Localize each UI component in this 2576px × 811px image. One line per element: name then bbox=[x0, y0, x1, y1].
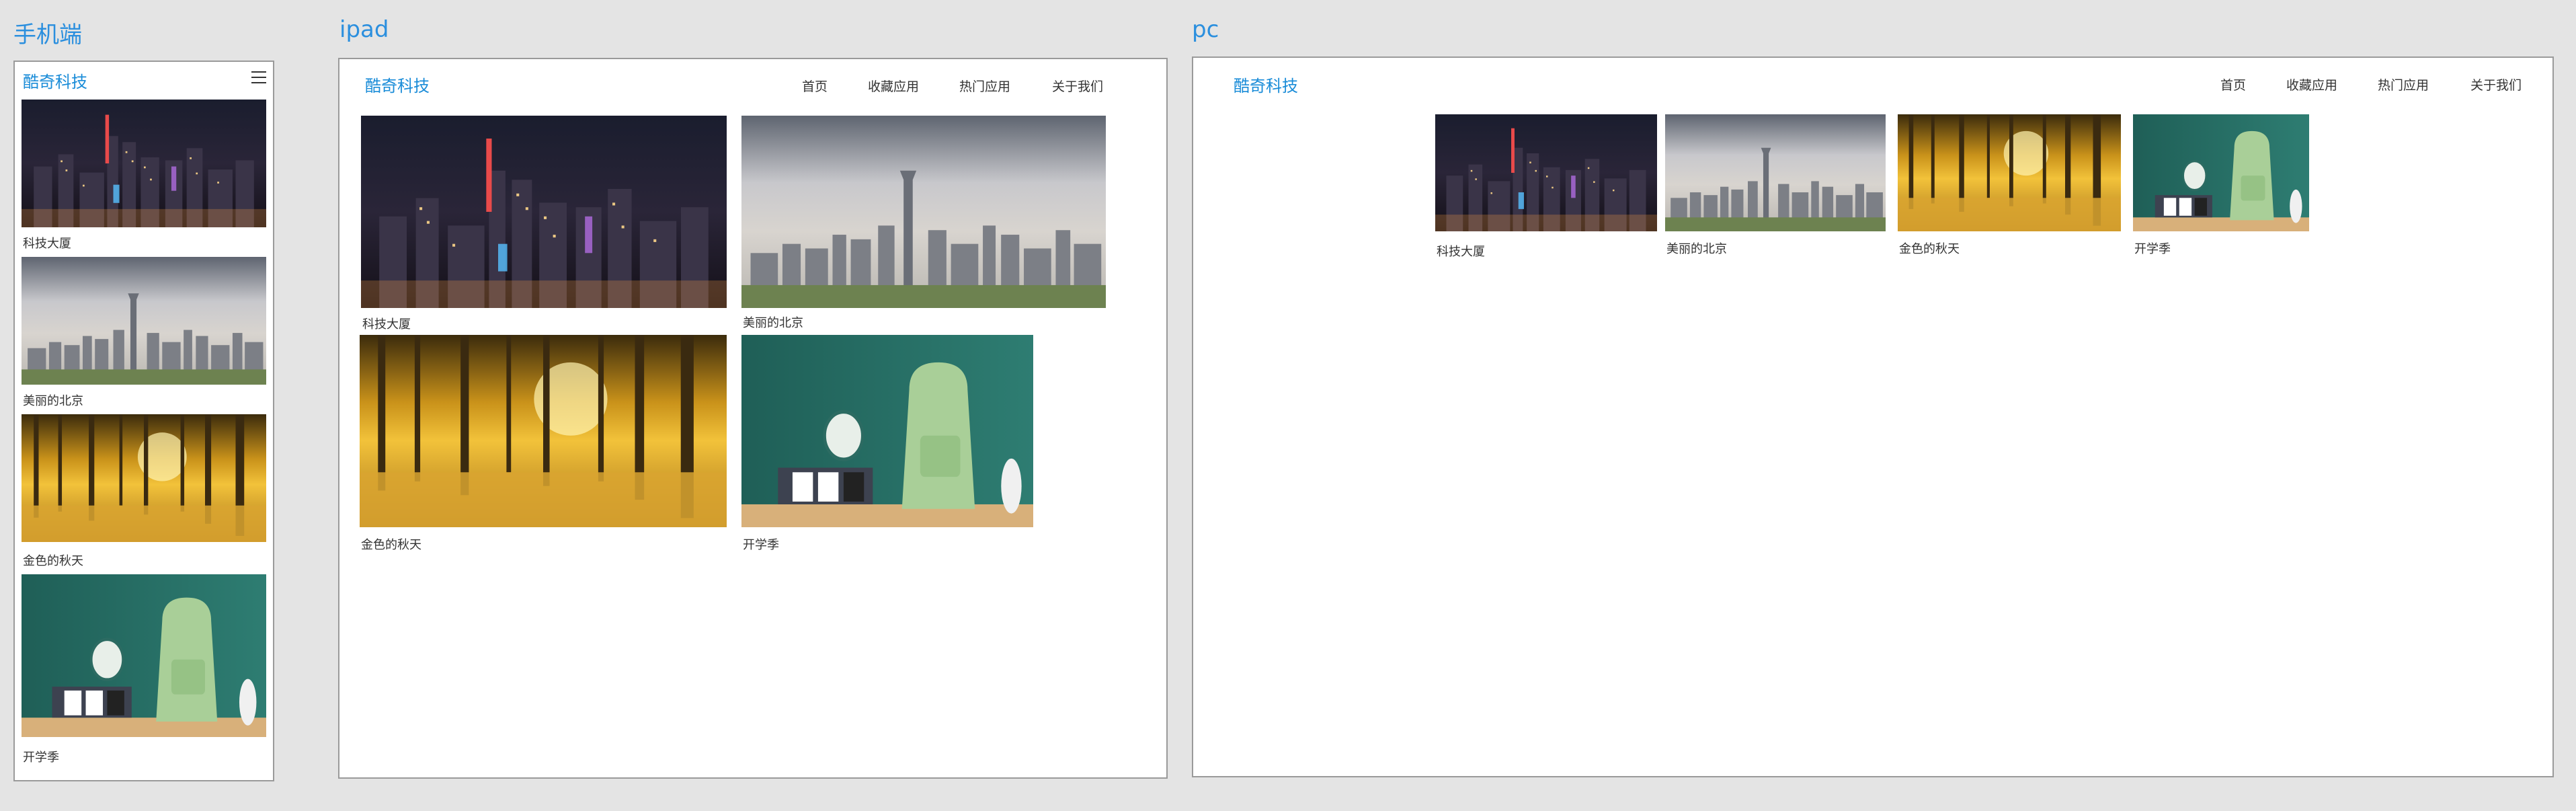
card-2: 美丽的北京 bbox=[1665, 114, 1886, 262]
mobile-label: 手机端 bbox=[13, 22, 82, 48]
card-caption: 科技大厦 bbox=[23, 237, 71, 251]
ipad-label: ipad bbox=[339, 16, 389, 43]
nav-popular[interactable]: 热门应用 bbox=[959, 77, 1010, 95]
nav-about[interactable]: 关于我们 bbox=[2470, 75, 2522, 93]
school-season-image[interactable] bbox=[741, 335, 1033, 527]
autumn-forest-image[interactable] bbox=[1898, 114, 2121, 231]
card-caption: 开学季 bbox=[743, 538, 779, 552]
card-caption: 美丽的北京 bbox=[23, 394, 83, 408]
nav-about[interactable]: 关于我们 bbox=[1052, 77, 1103, 95]
brand-logo[interactable]: 酷奇科技 bbox=[23, 69, 87, 92]
card-caption: 开学季 bbox=[23, 750, 59, 765]
nav-favorites[interactable]: 收藏应用 bbox=[868, 77, 919, 95]
autumn-forest-image[interactable] bbox=[22, 414, 266, 542]
card-3: 金色的秋天 bbox=[22, 414, 266, 569]
nav-popular[interactable]: 热门应用 bbox=[2378, 75, 2429, 93]
card-caption: 科技大厦 bbox=[1437, 245, 1485, 259]
nav-home[interactable]: 首页 bbox=[2220, 75, 2246, 93]
card-4: 开学季 bbox=[22, 574, 266, 769]
card-3: 金色的秋天 bbox=[360, 335, 727, 554]
night-city-image[interactable] bbox=[361, 116, 727, 308]
card-1: 科技大厦 bbox=[361, 116, 727, 335]
mobile-frame: 酷奇科技 科技大厦 美丽的北京 金色的秋天 开学季 bbox=[13, 61, 274, 781]
card-caption: 美丽的北京 bbox=[743, 316, 803, 330]
beijing-image[interactable] bbox=[22, 257, 266, 385]
card-caption: 开学季 bbox=[2134, 242, 2171, 256]
card-1: 科技大厦 bbox=[22, 100, 266, 252]
autumn-forest-image[interactable] bbox=[360, 335, 727, 527]
card-caption: 美丽的北京 bbox=[1666, 242, 1727, 256]
night-city-image[interactable] bbox=[22, 100, 266, 227]
ipad-frame: 酷奇科技 首页 收藏应用 热门应用 关于我们 科技大厦 美丽的北京 金色的秋天 … bbox=[338, 58, 1168, 779]
card-caption: 金色的秋天 bbox=[1899, 242, 1960, 256]
night-city-image[interactable] bbox=[1435, 114, 1657, 231]
brand-logo[interactable]: 酷奇科技 bbox=[1234, 73, 1298, 96]
card-4: 开学季 bbox=[2133, 114, 2309, 262]
card-3: 金色的秋天 bbox=[1898, 114, 2121, 262]
nav-home[interactable]: 首页 bbox=[802, 77, 828, 95]
card-caption: 科技大厦 bbox=[362, 317, 411, 332]
beijing-image[interactable] bbox=[741, 116, 1106, 308]
pc-frame: 酷奇科技 首页 收藏应用 热门应用 关于我们 科技大厦 美丽的北京 金色的秋天 … bbox=[1192, 56, 2554, 777]
beijing-image[interactable] bbox=[1665, 114, 1886, 231]
card-4: 开学季 bbox=[741, 335, 1033, 554]
school-season-image[interactable] bbox=[22, 574, 266, 737]
card-2: 美丽的北京 bbox=[741, 116, 1106, 335]
pc-label: pc bbox=[1192, 16, 1219, 43]
card-2: 美丽的北京 bbox=[22, 257, 266, 409]
school-season-image[interactable] bbox=[2133, 114, 2309, 231]
hamburger-menu-icon[interactable] bbox=[251, 71, 266, 85]
nav-favorites[interactable]: 收藏应用 bbox=[2286, 75, 2337, 93]
card-1: 科技大厦 bbox=[1435, 114, 1657, 262]
card-caption: 金色的秋天 bbox=[23, 554, 83, 568]
card-caption: 金色的秋天 bbox=[361, 538, 421, 552]
brand-logo[interactable]: 酷奇科技 bbox=[365, 73, 430, 96]
